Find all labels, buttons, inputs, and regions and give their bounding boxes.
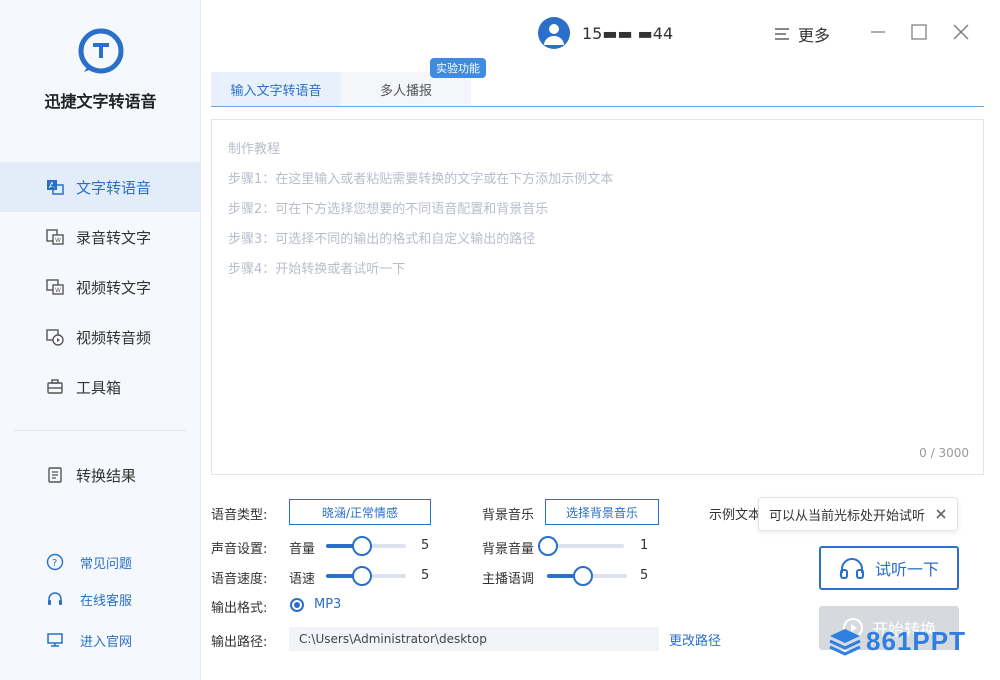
close-icon[interactable] [933,506,949,522]
speed-sub-label: 语速 [289,572,316,587]
menu-icon [774,27,790,41]
sidebar-item-label: 转换结果 [76,466,137,485]
character-count: 0 / 3000 [919,446,969,460]
text-input-area[interactable]: 制作教程 步骤1：在这里输入或者粘贴需要转换的文字或在下方添加示例文本 步骤2：… [211,119,984,475]
svg-text:W: W [55,287,61,294]
sidebar-item-label: 视频转音频 [76,328,152,347]
svg-text:?: ? [52,558,57,569]
hint-line: 步骤3：可选择不同的输出的格式和自定义输出的路径 [228,232,536,247]
output-path-label: 输出路径: [211,635,268,650]
mp3-radio[interactable] [290,598,304,612]
sidebar-item-label: 文字转语音 [76,178,152,197]
text-to-speech-icon: A [46,178,64,196]
speed-label: 语音速度: [211,572,268,587]
app-title: 迅捷文字转语音 [44,92,157,111]
sidebar-item-label: 工具箱 [76,378,122,397]
app-logo [78,28,124,74]
tab-text-to-speech[interactable]: 输入文字转语音 [211,72,341,107]
sidebar-item-video-to-audio[interactable]: 视频转音频 [0,312,200,362]
bg-volume-label: 背景音量 [482,542,535,557]
speed-value: 5 [421,568,430,583]
online-support-link[interactable]: 在线客服 [0,584,200,614]
listen-button[interactable]: 试听一下 [819,546,959,590]
toolbox-icon [46,378,64,396]
bg-volume-value: 1 [640,538,649,553]
pitch-label: 主播语调 [482,572,535,587]
slider-handle[interactable] [538,536,558,556]
user-name[interactable]: 15▬▬ ▬44 [582,24,673,43]
slider-handle[interactable] [352,566,372,586]
stacked-layers-icon [829,628,861,656]
slider-handle[interactable] [352,536,372,556]
maximize-icon[interactable] [907,20,931,44]
listen-tooltip: 可以从当前光标处开始试听 [758,497,958,531]
tabs-divider [211,106,984,107]
headphones-icon [839,557,865,579]
video-to-text-icon: W [46,278,64,296]
watermark: 861PPT [828,626,966,657]
pitch-slider[interactable] [547,566,627,586]
svg-text:W: W [55,237,61,244]
volume-slider[interactable] [326,536,406,556]
bg-music-button[interactable]: 选择背景音乐 [545,499,659,525]
voice-type-button[interactable]: 晓涵/正常情感 [289,499,431,525]
output-path-field[interactable]: C:\Users\Administrator\desktop [289,627,659,651]
results-icon [46,466,64,484]
watermark-text: 861PPT [866,626,966,656]
sidebar-item-recording-to-text[interactable]: W 录音转文字 [0,212,200,262]
sidebar-item-toolbox[interactable]: 工具箱 [0,362,200,412]
minimize-icon[interactable] [866,20,890,44]
sidebar-item-video-to-text[interactable]: W 视频转文字 [0,262,200,312]
voice-type-label: 语音类型: [211,508,268,523]
video-to-audio-icon [46,328,64,346]
recording-to-text-icon: W [46,228,64,246]
more-label: 更多 [798,26,831,45]
output-format-label: 输出格式: [211,601,268,616]
bg-music-label: 背景音乐 [482,508,535,523]
sound-settings-label: 声音设置: [211,542,268,557]
volume-value: 5 [421,538,430,553]
hint-line: 步骤1：在这里输入或者粘贴需要转换的文字或在下方添加示例文本 [228,172,614,187]
pitch-value: 5 [640,568,649,583]
volume-label: 音量 [289,542,316,557]
official-site-link[interactable]: 进入官网 [0,625,200,655]
faq-link[interactable]: ? 常见问题 [0,547,200,577]
sidebar-item-results[interactable]: 转换结果 [0,450,200,500]
hint-line: 步骤2：可在下方选择您想要的不同语音配置和背景音乐 [228,202,549,217]
change-path-link[interactable]: 更改路径 [669,630,721,649]
bg-volume-slider[interactable] [538,536,624,556]
mp3-label[interactable]: MP3 [314,597,341,612]
hint-line: 制作教程 [228,142,281,157]
faq-label: 常见问题 [80,556,133,572]
sidebar-divider [14,430,186,431]
sidebar-item-label: 视频转文字 [76,278,152,297]
online-support-label: 在线客服 [80,593,133,609]
hint-line: 步骤4：开始转换或者试听一下 [228,262,406,277]
sidebar: 迅捷文字转语音 A 文字转语音 W 录音转文字 W 视频转文字 视频转音频 工具… [0,0,201,680]
sidebar-item-text-to-speech[interactable]: A 文字转语音 [0,162,200,212]
tooltip-text: 可以从当前光标处开始试听 [769,508,926,524]
question-icon: ? [46,553,64,571]
close-icon[interactable] [949,20,973,44]
speed-slider[interactable] [326,566,406,586]
experimental-badge: 实验功能 [430,58,486,78]
listen-label: 试听一下 [874,560,939,579]
sidebar-item-label: 录音转文字 [76,228,152,247]
avatar[interactable] [538,17,570,49]
monitor-icon [46,631,64,649]
official-site-label: 进入官网 [80,634,133,650]
slider-handle[interactable] [573,566,593,586]
headset-icon [46,590,64,608]
more-menu-button[interactable]: 更多 [774,22,830,46]
example-text-label[interactable]: 示例文本 [709,504,761,523]
